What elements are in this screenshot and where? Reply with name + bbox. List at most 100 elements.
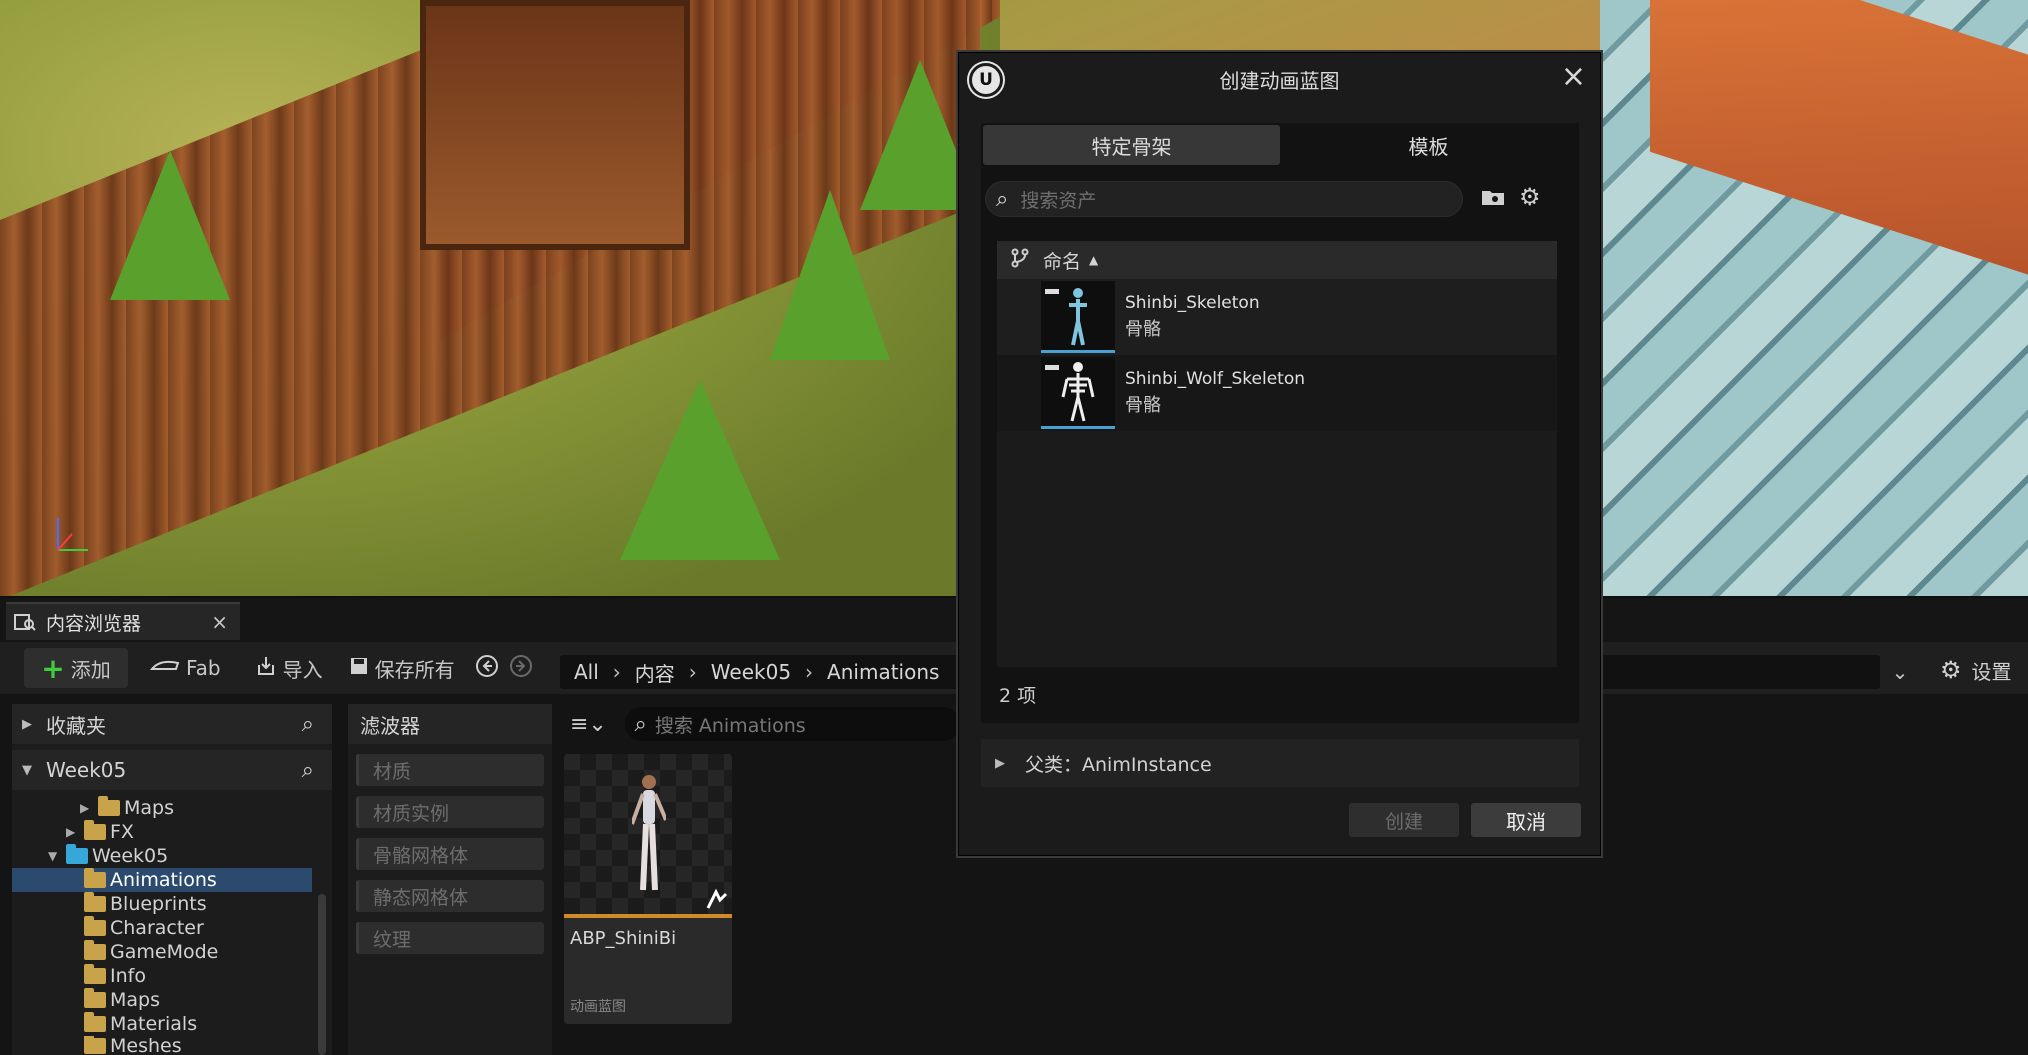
- folder-icon: [84, 988, 106, 1008]
- folder-icon: [84, 1012, 106, 1032]
- tab-template[interactable]: 模板: [1280, 125, 1577, 165]
- folder-tree-item[interactable]: Animations: [12, 868, 312, 892]
- tab-content-browser[interactable]: 内容浏览器 ×: [6, 602, 240, 640]
- folder-label: Week05: [92, 845, 169, 867]
- folder-tree-item[interactable]: Blueprints: [12, 892, 312, 916]
- asset-search-placeholder: 搜索 Animations: [654, 714, 806, 737]
- folder-tree-item[interactable]: ▼ Week05: [12, 844, 312, 868]
- expand-right-icon[interactable]: ▶: [66, 825, 80, 839]
- create-anim-blueprint-dialog: U 创建动画蓝图 × 特定骨架 模板 ⌕ 搜索资产 ⚙ 命名 ▲ Shinbi_…: [958, 52, 1601, 856]
- breadcrumb-item[interactable]: All: [574, 660, 599, 684]
- gear-icon: ⚙: [1940, 656, 1962, 684]
- character-thumbnail-icon: [632, 775, 666, 891]
- tab-specific-skeleton[interactable]: 特定骨架: [983, 125, 1280, 165]
- search-icon[interactable]: ⌕: [302, 758, 314, 783]
- filter-chip[interactable]: 纹理: [356, 922, 544, 954]
- breadcrumb-item[interactable]: Week05: [711, 660, 791, 684]
- folder-tree-item[interactable]: ▶ Maps: [12, 796, 312, 820]
- asset-search-input[interactable]: ⌕ 搜索 Animations: [624, 707, 960, 741]
- list-item[interactable]: Shinbi_Skeleton 骨骼: [997, 279, 1557, 355]
- folder-label: FX: [110, 821, 134, 843]
- list-item-text: Shinbi_Skeleton 骨骼: [1125, 293, 1260, 341]
- dialog-tabs: 特定骨架 模板: [983, 125, 1577, 165]
- filters-heading: 滤波器: [348, 704, 552, 744]
- skeleton-thumbnail: [1041, 281, 1115, 353]
- asset-tile[interactable]: ABP_ShiniBi 动画蓝图: [564, 754, 732, 1024]
- filter-dropdown-icon[interactable]: ≡⌄: [570, 712, 617, 737]
- chevron-down-icon[interactable]: ⌄: [1880, 655, 1920, 689]
- history-forward-button[interactable]: [505, 648, 537, 688]
- parent-class-row[interactable]: ▶ 父类：AnimInstance: [981, 739, 1579, 787]
- forward-arrow-icon: [509, 654, 533, 683]
- import-button[interactable]: 导入: [245, 648, 333, 688]
- favorites-section[interactable]: ▶ 收藏夹 ⌕: [12, 704, 332, 744]
- expand-right-icon[interactable]: ▶: [995, 756, 1005, 771]
- skeleton-name: Shinbi_Wolf_Skeleton: [1125, 369, 1306, 389]
- history-back-button[interactable]: [469, 648, 505, 688]
- folder-label: Animations: [110, 869, 217, 891]
- filter-chip[interactable]: 静态网格体: [356, 880, 544, 912]
- import-icon: [255, 655, 277, 682]
- create-button[interactable]: 创建: [1349, 803, 1459, 837]
- folder-tree-item[interactable]: Materials: [12, 1012, 312, 1036]
- folder-open-icon: [66, 844, 88, 864]
- skeleton-thumbnail-icon: [1045, 288, 1087, 346]
- skeleton-name: Shinbi_Skeleton: [1125, 293, 1260, 313]
- viewport-watchtower: [420, 0, 690, 250]
- folder-tree-item[interactable]: Character: [12, 916, 312, 940]
- search-icon[interactable]: ⌕: [302, 712, 314, 737]
- project-section[interactable]: ▼ Week05 ⌕: [12, 750, 332, 790]
- asset-search-placeholder: 搜索资产: [1020, 189, 1097, 212]
- folder-tree-item[interactable]: Info: [12, 964, 312, 988]
- sort-ascending-icon[interactable]: ▲: [1089, 253, 1098, 267]
- gear-icon[interactable]: ⚙: [1519, 183, 1541, 211]
- skeleton-thumbnail: [1041, 357, 1115, 429]
- filter-chip[interactable]: 材质实例: [356, 796, 544, 828]
- add-button[interactable]: + 添加: [24, 648, 128, 688]
- branch-icon[interactable]: [997, 248, 1043, 273]
- folder-label: Meshes: [110, 1036, 182, 1055]
- back-arrow-icon: [475, 654, 499, 683]
- animation-blueprint-badge-icon: [706, 888, 728, 909]
- filter-chip[interactable]: 材质: [356, 754, 544, 786]
- close-icon[interactable]: ×: [211, 610, 228, 634]
- item-count: 2 项: [999, 685, 1037, 707]
- unreal-logo-icon: U: [969, 63, 1003, 97]
- cancel-button[interactable]: 取消: [1471, 803, 1581, 837]
- search-icon: ⌕: [634, 711, 647, 737]
- settings-button[interactable]: ⚙ 设置: [1940, 650, 2012, 690]
- expand-right-icon[interactable]: ▶: [80, 801, 94, 815]
- search-icon: ⌕: [996, 186, 1009, 212]
- chevron-right-icon[interactable]: ›: [689, 660, 697, 684]
- project-label: Week05: [46, 758, 127, 782]
- list-item[interactable]: Shinbi_Wolf_Skeleton 骨骼: [997, 355, 1557, 431]
- close-icon[interactable]: ×: [1561, 59, 1586, 94]
- folder-tree-item[interactable]: GameMode: [12, 940, 312, 964]
- save-all-button-label: 保存所有: [374, 657, 455, 682]
- expand-down-icon[interactable]: ▼: [48, 849, 62, 863]
- dialog-search-row: ⌕ 搜索资产 ⚙: [985, 179, 1577, 219]
- folder-tree-item[interactable]: ▶ FX: [12, 820, 312, 844]
- chevron-right-icon[interactable]: ›: [805, 660, 813, 684]
- folder-filter-icon[interactable]: [1481, 187, 1505, 212]
- list-header: 命名 ▲: [997, 241, 1557, 279]
- list-item-text: Shinbi_Wolf_Skeleton 骨骼: [1125, 369, 1305, 417]
- folder-icon: [84, 964, 106, 984]
- settings-button-label: 设置: [1971, 659, 2012, 684]
- skeleton-list: 命名 ▲ Shinbi_Skeleton 骨骼 Shinbi_Wolf_Skel…: [997, 241, 1557, 667]
- asset-type: 动画蓝图: [570, 999, 626, 1015]
- breadcrumb-item[interactable]: Animations: [827, 660, 939, 684]
- save-all-button[interactable]: 保存所有: [339, 648, 465, 688]
- column-name-header[interactable]: 命名: [1043, 247, 1081, 274]
- tree-scrollbar[interactable]: [318, 894, 326, 1055]
- tab-label: 内容浏览器: [46, 612, 142, 635]
- folder-tree-item[interactable]: Maps: [12, 988, 312, 1012]
- asset-search-input[interactable]: ⌕ 搜索资产: [985, 181, 1463, 217]
- filter-chip[interactable]: 骨骼网格体: [356, 838, 544, 870]
- chevron-right-icon[interactable]: ›: [613, 660, 621, 684]
- fab-button[interactable]: Fab: [140, 648, 231, 688]
- viewport-tree: [770, 190, 890, 360]
- folder-tree-item[interactable]: Meshes: [12, 1036, 312, 1055]
- breadcrumb-item[interactable]: 内容: [635, 658, 675, 687]
- content-browser-icon: [14, 614, 36, 631]
